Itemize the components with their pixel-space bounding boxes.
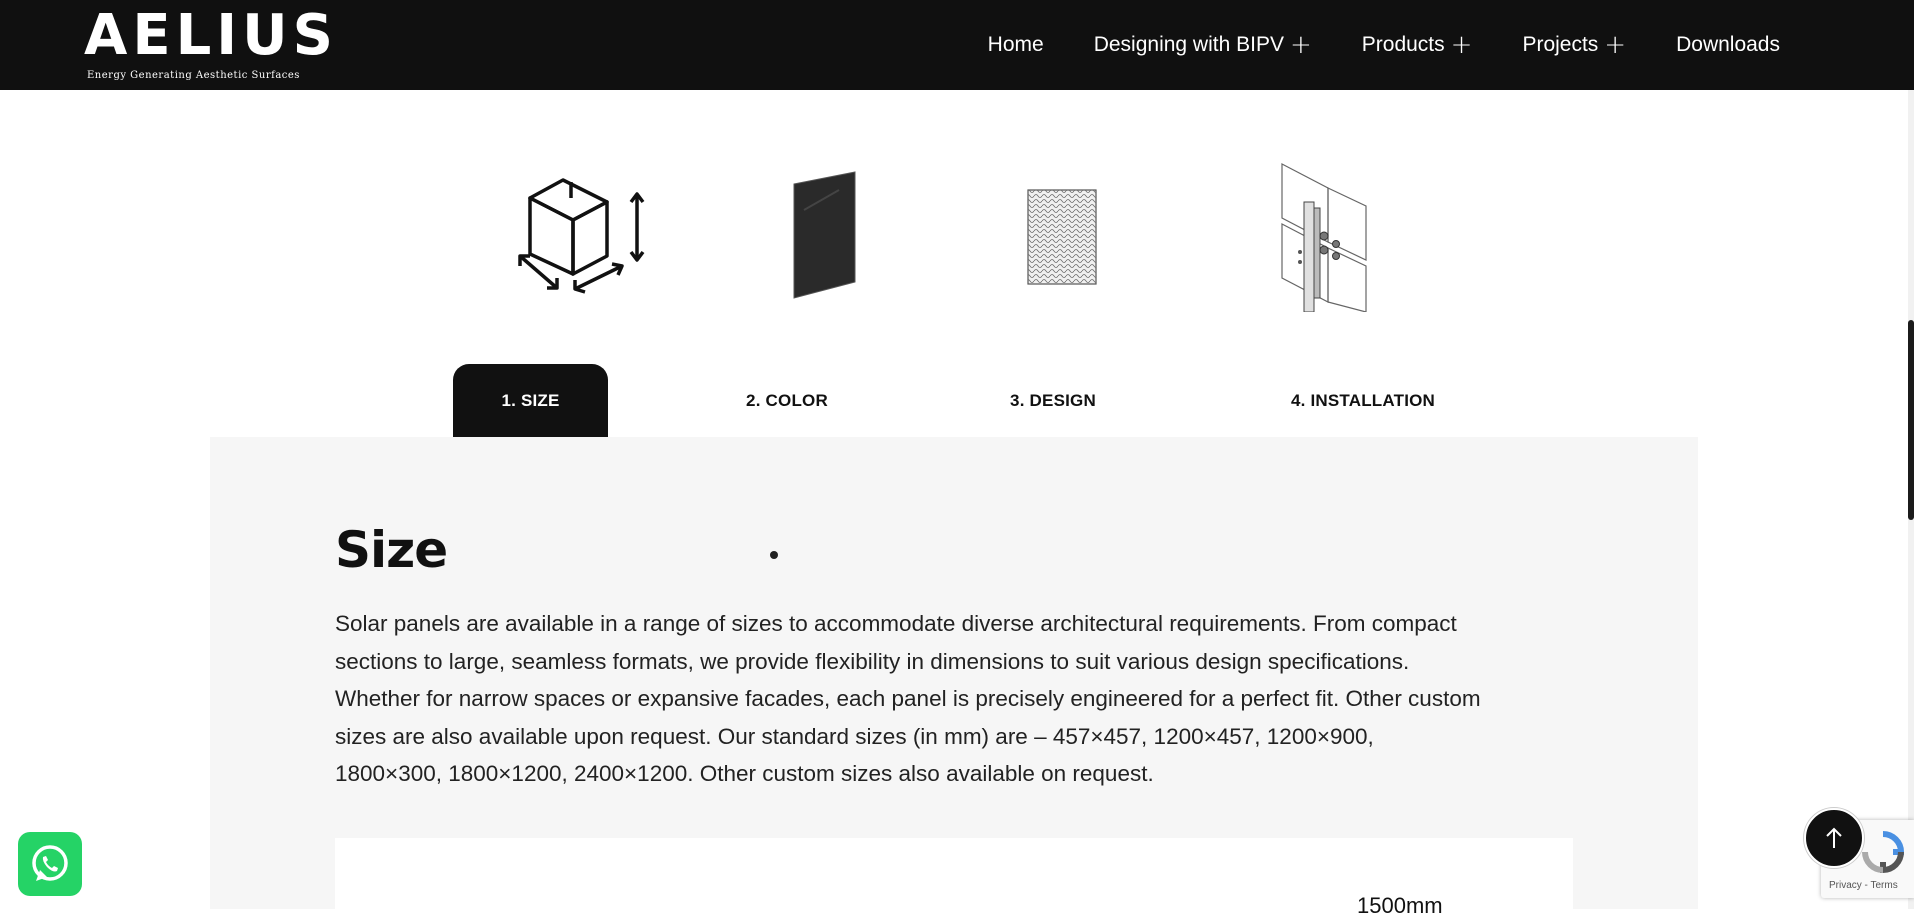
- nav-products-label: Products: [1361, 33, 1445, 56]
- tab-size-label: 1. SIZE: [501, 391, 560, 410]
- nav-projects[interactable]: Projects +: [1522, 32, 1626, 58]
- site-header: AELIUS Energy Generating Aesthetic Surfa…: [0, 0, 1914, 90]
- installation-bracket-icon[interactable]: [1278, 162, 1370, 312]
- size-diagram-card: 1500mm: [335, 838, 1573, 918]
- nav-designing-with-bipv[interactable]: Designing with BIPV +: [1093, 32, 1312, 58]
- tab-installation[interactable]: 4. INSTALLATION: [1243, 364, 1483, 438]
- nav-home-label: Home: [987, 33, 1044, 56]
- tab-design[interactable]: 3. DESIGN: [963, 364, 1143, 438]
- tab-content-panel: Size Solar panels are available in a ran…: [210, 437, 1698, 918]
- nav-downloads-label: Downloads: [1676, 33, 1780, 56]
- tab-color-label: 2. COLOR: [746, 391, 828, 410]
- whatsapp-icon: [32, 845, 68, 881]
- page-scrollbar-thumb[interactable]: [1908, 320, 1914, 520]
- nav-downloads[interactable]: Downloads: [1676, 33, 1780, 57]
- arrow-up-icon: [1826, 827, 1842, 848]
- nav-home[interactable]: Home: [988, 33, 1044, 57]
- nav-products[interactable]: Products +: [1361, 32, 1473, 58]
- recaptcha-links[interactable]: Privacy - Terms: [1829, 880, 1898, 891]
- color-panel-icon[interactable]: [789, 170, 859, 300]
- tab-installation-label: 4. INSTALLATION: [1290, 391, 1436, 410]
- tab-size[interactable]: 1. SIZE: [453, 364, 608, 438]
- section-description: Solar panels are available in a range of…: [335, 611, 1481, 786]
- dimension-label: 1500mm: [1357, 893, 1443, 918]
- plus-icon[interactable]: +: [1290, 32, 1312, 58]
- cursor-dot: [770, 551, 778, 559]
- nav-designing-label: Designing with BIPV: [1093, 33, 1284, 56]
- feature-icon-row: [0, 150, 1914, 320]
- size-cube-icon[interactable]: [515, 176, 645, 296]
- plus-icon[interactable]: +: [1451, 32, 1473, 58]
- whatsapp-button[interactable]: [18, 832, 82, 896]
- nav-projects-label: Projects: [1522, 33, 1599, 56]
- design-texture-icon[interactable]: [1026, 188, 1098, 286]
- back-to-top-button[interactable]: [1804, 808, 1864, 868]
- main-nav: Home Designing with BIPV + Products + Pr…: [988, 0, 1780, 90]
- brand-logo[interactable]: AELIUS Energy Generating Aesthetic Surfa…: [84, 6, 333, 86]
- tab-design-label: 3. DESIGN: [1010, 391, 1096, 410]
- logo-wordmark: AELIUS: [84, 3, 338, 68]
- logo-tagline: Energy Generating Aesthetic Surfaces: [87, 70, 300, 81]
- section-title: Size: [335, 521, 448, 579]
- tab-color[interactable]: 2. COLOR: [707, 364, 867, 438]
- recaptcha-icon: [1862, 831, 1905, 874]
- plus-icon[interactable]: +: [1604, 32, 1626, 58]
